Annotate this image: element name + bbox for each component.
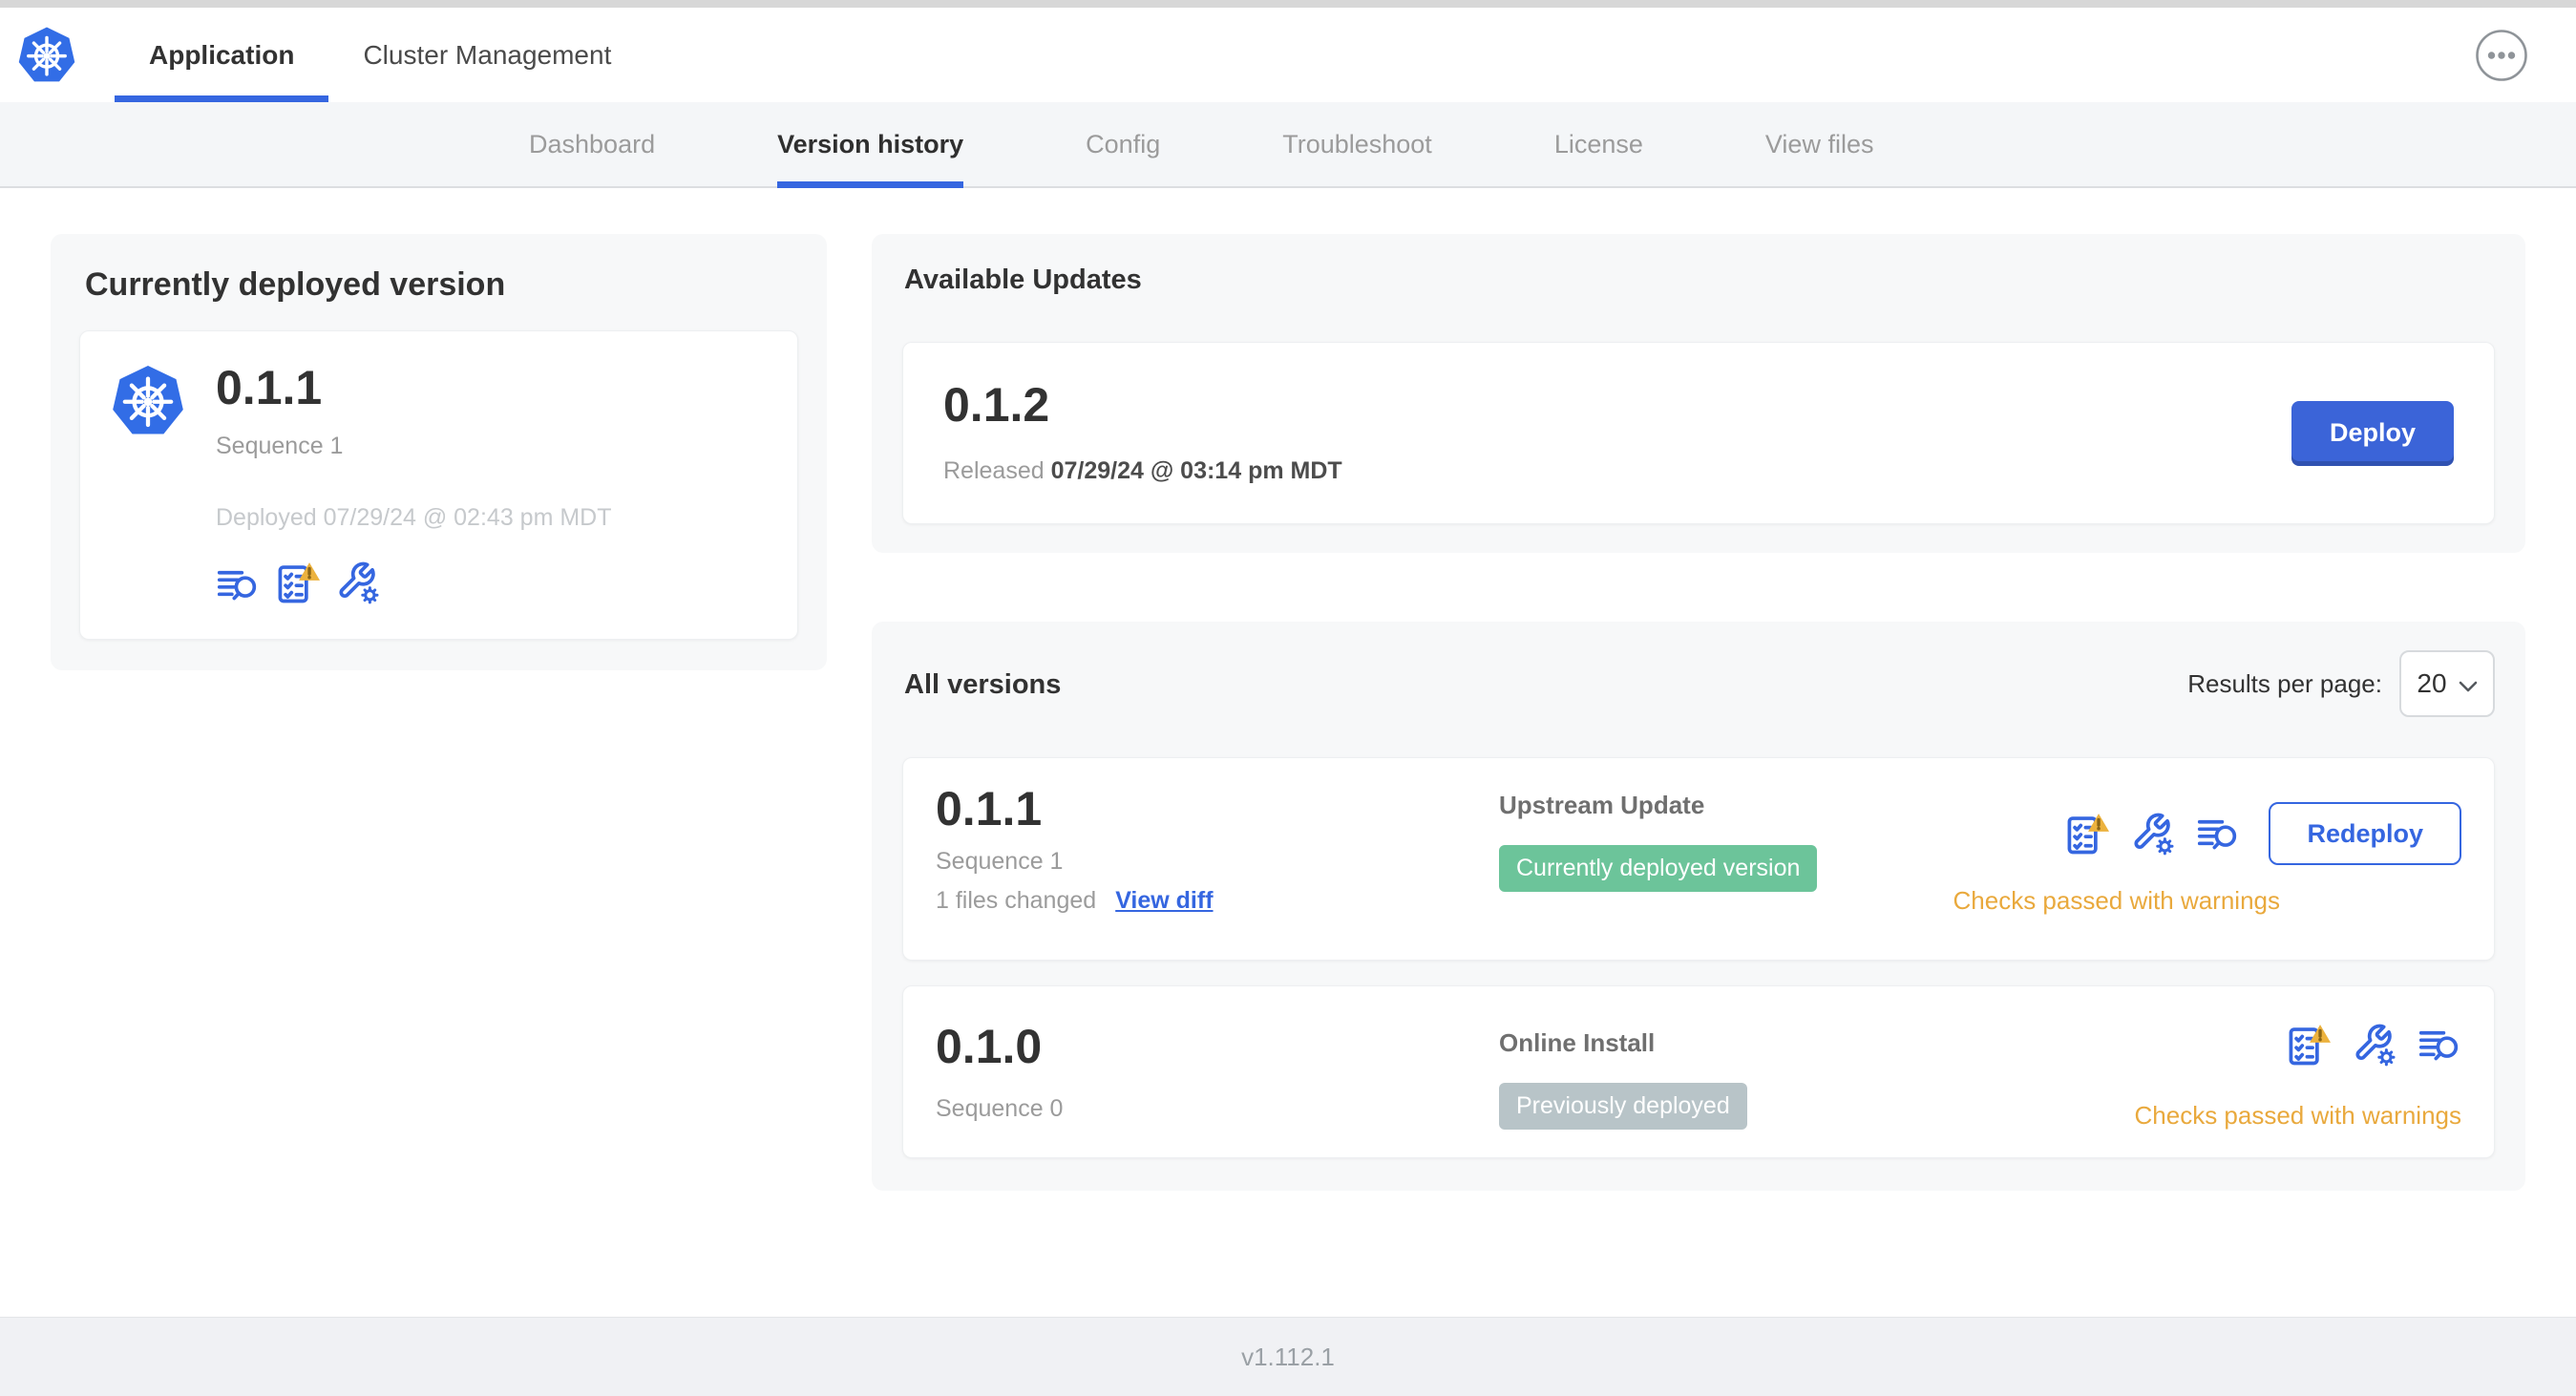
subnav-label: View files bbox=[1764, 129, 1874, 159]
subnav-item-dashboard[interactable]: Dashboard bbox=[514, 102, 670, 186]
currently-deployed-details: 0.1.1 Sequence 1 Deployed 07/29/24 @ 02:… bbox=[216, 364, 612, 604]
version-row-actions: Redeploy Checks passed with warnings bbox=[1953, 802, 2461, 916]
right-column: Available Updates 0.1.2 Released 07/29/2… bbox=[872, 234, 2525, 1191]
header-tabs: Application Cluster Management bbox=[115, 8, 645, 102]
subnav-item-license[interactable]: License bbox=[1539, 102, 1658, 186]
all-versions-title: All versions bbox=[904, 668, 1062, 700]
update-details: 0.1.2 Released 07/29/24 @ 03:14 pm MDT bbox=[943, 381, 1342, 485]
tab-cluster-management-label: Cluster Management bbox=[363, 39, 612, 70]
version-row-info: 0.1.1 Sequence 1 1 files changed View di… bbox=[936, 785, 1499, 915]
update-version-number: 0.1.2 bbox=[943, 378, 1050, 432]
currently-deployed-card: 0.1.1 Sequence 1 Deployed 07/29/24 @ 02:… bbox=[79, 330, 798, 640]
tab-application-label: Application bbox=[149, 39, 295, 70]
preflight-status-text: Checks passed with warnings bbox=[1953, 886, 2281, 915]
console-version: v1.112.1 bbox=[1241, 1342, 1335, 1371]
app-icon-kubernetes bbox=[111, 364, 185, 438]
subnav-item-view-files[interactable]: View files bbox=[1750, 102, 1890, 186]
version-row-actions: Checks passed with warnings bbox=[2134, 1023, 2462, 1131]
preflight-checks-warning-icon[interactable] bbox=[2064, 812, 2110, 856]
deploy-logs-icon[interactable] bbox=[216, 564, 260, 604]
all-versions-section: All versions Results per page: 20 0.1.1 … bbox=[872, 622, 2525, 1191]
subnav-label: Version history bbox=[777, 129, 964, 159]
files-changed-label: 1 files changed bbox=[936, 887, 1097, 914]
current-version-number: 0.1.1 bbox=[216, 361, 323, 414]
version-row-0-1-0: 0.1.0 Sequence 0 Online Install Previous… bbox=[902, 985, 2495, 1158]
subnav-label: License bbox=[1553, 129, 1643, 159]
warning-triangle-icon bbox=[299, 562, 320, 581]
results-per-page: Results per page: 20 bbox=[2187, 650, 2495, 717]
available-updates-title: Available Updates bbox=[904, 264, 1142, 295]
tab-application[interactable]: Application bbox=[115, 8, 329, 102]
row-sequence: Sequence 1 bbox=[936, 848, 1064, 875]
preflight-status-text: Checks passed with warnings bbox=[2134, 1101, 2462, 1130]
kubernetes-logo-icon bbox=[17, 26, 76, 85]
row-version-number: 0.1.0 bbox=[936, 1020, 1043, 1073]
actions-row bbox=[2286, 1023, 2461, 1067]
chevron-down-icon bbox=[2459, 668, 2478, 699]
released-label: Released bbox=[943, 457, 1045, 484]
admin-console: Application Cluster Management Dashboard… bbox=[0, 0, 2576, 1396]
results-per-page-value: 20 bbox=[2417, 668, 2447, 698]
available-updates-section: Available Updates 0.1.2 Released 07/29/2… bbox=[872, 234, 2525, 553]
row-version-number: 0.1.1 bbox=[936, 782, 1043, 835]
released-date: 07/29/24 @ 03:14 pm MDT bbox=[1050, 457, 1342, 484]
update-released-line: Released 07/29/24 @ 03:14 pm MDT bbox=[943, 457, 1342, 485]
ellipsis-icon bbox=[2475, 29, 2528, 85]
app-header: Application Cluster Management bbox=[0, 8, 2576, 102]
main-content: Currently deployed version 0.1.1 Sequenc… bbox=[0, 188, 2576, 1317]
app-subnav: Dashboard Version history Config Trouble… bbox=[0, 102, 2576, 188]
version-row-info: 0.1.0 Sequence 0 bbox=[936, 1023, 1499, 1123]
row-source-label: Online Install bbox=[1499, 1028, 1656, 1057]
edit-config-icon[interactable] bbox=[2131, 812, 2175, 856]
preflight-checks-warning-icon[interactable] bbox=[275, 561, 321, 604]
subnav-label: Config bbox=[1086, 129, 1161, 159]
subnav-label: Dashboard bbox=[529, 129, 656, 159]
deploy-logs-icon[interactable] bbox=[2196, 814, 2240, 854]
current-sequence: Sequence 1 bbox=[216, 433, 344, 459]
edit-config-icon[interactable] bbox=[336, 561, 380, 604]
deploy-button[interactable]: Deploy bbox=[2291, 400, 2454, 466]
all-versions-header: All versions Results per page: 20 bbox=[902, 650, 2495, 717]
warning-triangle-icon bbox=[2088, 814, 2110, 832]
view-diff-link[interactable]: View diff bbox=[1115, 887, 1213, 915]
status-badge: Currently deployed version bbox=[1499, 845, 1818, 892]
window-top-edge bbox=[0, 0, 2576, 8]
overflow-menu-button[interactable] bbox=[2475, 29, 2528, 82]
subnav-item-troubleshoot[interactable]: Troubleshoot bbox=[1267, 102, 1447, 186]
warning-triangle-icon bbox=[2310, 1025, 2331, 1043]
row-sequence: Sequence 0 bbox=[936, 1095, 1064, 1122]
deploy-logs-icon[interactable] bbox=[2418, 1025, 2461, 1065]
current-version-actions bbox=[216, 561, 612, 604]
subnav-item-config[interactable]: Config bbox=[1070, 102, 1175, 186]
results-per-page-select[interactable]: 20 bbox=[2399, 650, 2495, 717]
version-row-source: Online Install Previously deployed bbox=[1499, 1023, 2135, 1130]
app-footer: v1.112.1 bbox=[0, 1317, 2576, 1396]
results-per-page-label: Results per page: bbox=[2187, 668, 2382, 698]
redeploy-button[interactable]: Redeploy bbox=[2269, 802, 2461, 865]
currently-deployed-title: Currently deployed version bbox=[85, 266, 506, 303]
edit-config-icon[interactable] bbox=[2353, 1023, 2397, 1067]
version-row-0-1-1: 0.1.1 Sequence 1 1 files changed View di… bbox=[902, 757, 2495, 961]
row-source-label: Upstream Update bbox=[1499, 791, 1705, 819]
actions-row: Redeploy bbox=[2064, 802, 2461, 865]
row-files-changed-line: 1 files changed View diff bbox=[936, 887, 1499, 915]
available-update-card: 0.1.2 Released 07/29/24 @ 03:14 pm MDT D… bbox=[902, 342, 2495, 524]
status-badge: Previously deployed bbox=[1499, 1083, 1747, 1130]
current-deployed-timestamp: Deployed 07/29/24 @ 02:43 pm MDT bbox=[216, 504, 612, 531]
preflight-checks-warning-icon[interactable] bbox=[2286, 1023, 2332, 1067]
subnav-label: Troubleshoot bbox=[1282, 129, 1432, 159]
tab-cluster-management[interactable]: Cluster Management bbox=[328, 8, 645, 102]
subnav-item-version-history[interactable]: Version history bbox=[762, 102, 979, 188]
currently-deployed-section: Currently deployed version 0.1.1 Sequenc… bbox=[51, 234, 827, 670]
version-row-source: Upstream Update Currently deployed versi… bbox=[1499, 785, 1953, 892]
